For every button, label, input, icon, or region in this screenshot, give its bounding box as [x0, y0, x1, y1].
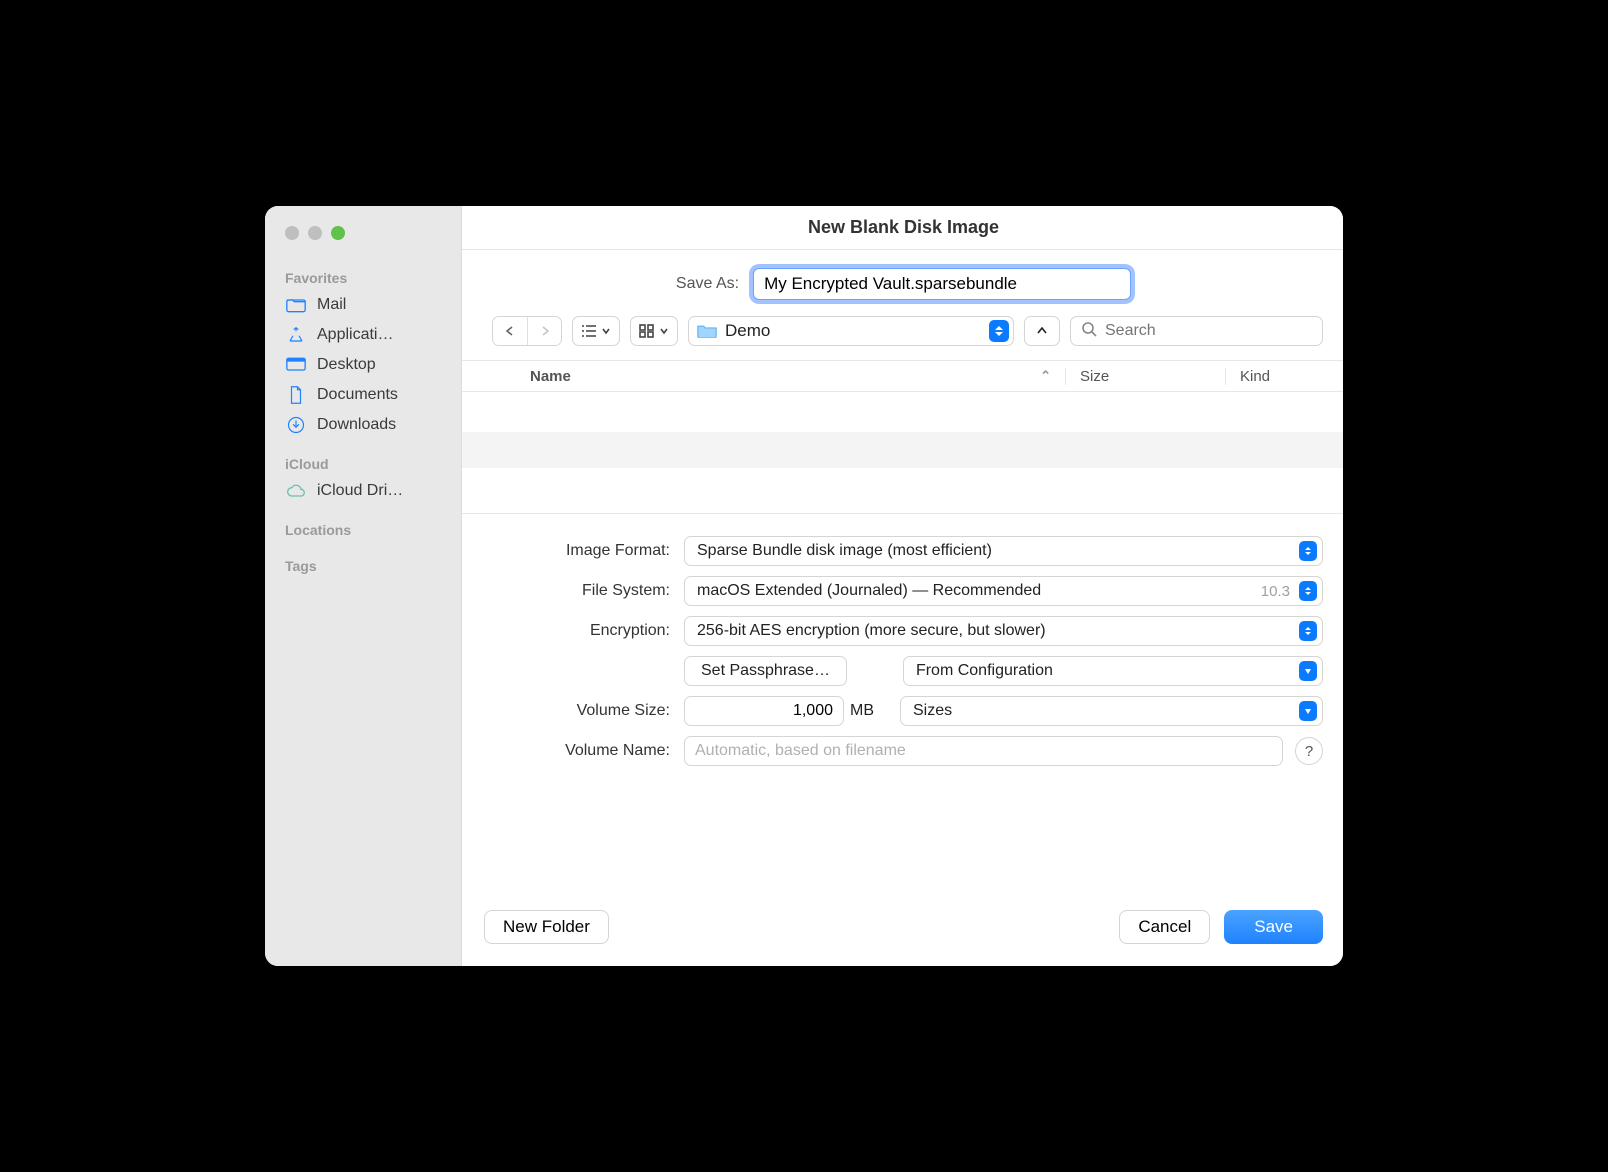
folder-icon — [697, 323, 717, 339]
back-button[interactable] — [493, 317, 527, 345]
volume-size-label: Volume Size: — [484, 702, 684, 720]
select-arrow-icon — [1299, 621, 1317, 641]
passphrase-source-select[interactable]: From Configuration — [903, 656, 1323, 686]
view-list-button[interactable] — [572, 316, 620, 346]
help-button[interactable]: ? — [1295, 737, 1323, 765]
volume-name-label: Volume Name: — [484, 742, 684, 760]
window-controls — [265, 224, 461, 258]
set-passphrase-button[interactable]: Set Passphrase… — [684, 656, 847, 686]
save-as-label: Save As: — [676, 275, 739, 293]
sidebar-item-icloud-drive[interactable]: iCloud Dri… — [285, 476, 461, 506]
volume-size-input[interactable] — [684, 696, 844, 726]
zoom-window-icon[interactable] — [331, 226, 345, 240]
sort-indicator-icon: ⌃ — [1040, 368, 1051, 384]
new-folder-button[interactable]: New Folder — [484, 910, 609, 944]
search-input[interactable] — [1105, 322, 1312, 340]
column-kind[interactable]: Kind — [1225, 368, 1343, 385]
image-format-select[interactable]: Sparse Bundle disk image (most efficient… — [684, 536, 1323, 566]
search-icon — [1081, 321, 1097, 342]
save-button[interactable]: Save — [1224, 910, 1323, 944]
save-as-input[interactable] — [753, 268, 1131, 300]
column-size[interactable]: Size — [1065, 368, 1225, 385]
sidebar-header-favorites: Favorites — [285, 264, 461, 290]
close-window-icon[interactable] — [285, 226, 299, 240]
forward-button[interactable] — [527, 317, 561, 345]
view-group-button[interactable] — [630, 316, 678, 346]
file-list[interactable] — [462, 392, 1343, 514]
column-header-row: Name ⌃ Size Kind — [462, 360, 1343, 392]
file-system-select[interactable]: macOS Extended (Journaled) — Recommended… — [684, 576, 1323, 606]
sidebar-header-locations: Locations — [285, 516, 461, 542]
sidebar-header-icloud: iCloud — [285, 450, 461, 476]
encryption-label: Encryption: — [484, 622, 684, 640]
volume-size-unit: MB — [850, 702, 890, 720]
sidebar: Favorites Mail Applicati… Desktop — [265, 206, 462, 966]
cancel-button[interactable]: Cancel — [1119, 910, 1210, 944]
sizes-select[interactable]: Sizes — [900, 696, 1323, 726]
file-system-label: File System: — [484, 582, 684, 600]
encryption-select[interactable]: 256-bit AES encryption (more secure, but… — [684, 616, 1323, 646]
volume-name-input[interactable] — [684, 736, 1283, 766]
image-format-label: Image Format: — [484, 542, 684, 560]
window-title: New Blank Disk Image — [462, 206, 1343, 250]
document-icon — [285, 385, 307, 405]
sidebar-item-documents[interactable]: Documents — [285, 380, 461, 410]
sidebar-header-tags: Tags — [285, 552, 461, 578]
sidebar-item-downloads[interactable]: Downloads — [285, 410, 461, 440]
folder-icon — [285, 295, 307, 315]
save-dialog: Favorites Mail Applicati… Desktop — [265, 206, 1343, 966]
downloads-icon — [285, 415, 307, 435]
select-arrow-icon — [1299, 581, 1317, 601]
select-arrow-icon — [1299, 701, 1317, 721]
sidebar-item-applications[interactable]: Applicati… — [285, 320, 461, 350]
sidebar-item-mail[interactable]: Mail — [285, 290, 461, 320]
cloud-icon — [285, 481, 307, 501]
select-arrow-icon — [1299, 661, 1317, 681]
location-stepper-icon — [989, 320, 1009, 342]
desktop-icon — [285, 355, 307, 375]
sidebar-item-desktop[interactable]: Desktop — [285, 350, 461, 380]
form: Image Format: Sparse Bundle disk image (… — [462, 514, 1343, 780]
collapse-button[interactable] — [1024, 316, 1060, 346]
location-select[interactable]: Demo — [688, 316, 1014, 346]
search-field[interactable] — [1070, 316, 1323, 346]
minimize-window-icon[interactable] — [308, 226, 322, 240]
select-arrow-icon — [1299, 541, 1317, 561]
applications-icon — [285, 325, 307, 345]
nav-segment — [492, 316, 562, 346]
column-name[interactable]: Name ⌃ — [530, 368, 1065, 385]
